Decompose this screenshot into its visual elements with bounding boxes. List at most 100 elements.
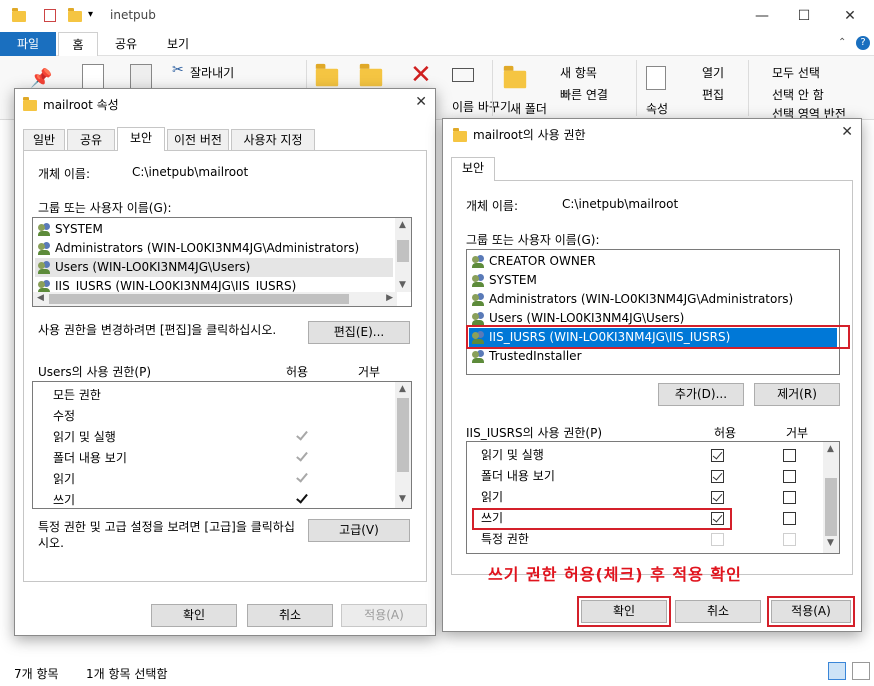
select-none-button[interactable]: 선택 안 함 xyxy=(772,86,824,103)
deny-checkbox[interactable] xyxy=(783,470,796,483)
delete-icon[interactable]: ✕ xyxy=(410,60,432,90)
new-folder-icon[interactable] xyxy=(503,65,527,89)
properties-quick-icon[interactable] xyxy=(44,9,56,22)
object-name-label: 개체 이름: xyxy=(466,199,519,213)
deny-checkbox[interactable] xyxy=(783,491,796,504)
properties-button[interactable]: 속성 xyxy=(646,100,668,117)
ok-button[interactable]: 확인 xyxy=(151,604,237,627)
copy-to-icon[interactable] xyxy=(359,63,383,87)
object-name-label: 개체 이름: xyxy=(38,167,91,181)
groups-vscroll[interactable]: ▲ ▼ xyxy=(395,218,411,292)
edit-button[interactable]: 편집(E)... xyxy=(308,321,410,344)
highlight-write-permission xyxy=(472,508,732,530)
perm-row: 읽기 xyxy=(53,472,76,486)
collapse-ribbon-icon[interactable]: ⌃ xyxy=(838,37,846,48)
help-icon[interactable]: ? xyxy=(856,36,870,50)
new-item-button[interactable]: 새 항목 xyxy=(560,64,597,81)
allow-checkbox[interactable] xyxy=(711,449,724,462)
list-item[interactable]: SYSTEM xyxy=(35,220,409,239)
tab-view[interactable]: 보기 xyxy=(156,32,200,56)
properties-icon[interactable] xyxy=(646,66,666,90)
cut-button[interactable]: 잘라내기 xyxy=(190,64,234,81)
perm-row: 쓰기 xyxy=(53,493,76,507)
permissions-tabs: 보안 xyxy=(451,157,511,181)
rename-button[interactable]: 이름 바꾸기 xyxy=(452,98,511,115)
tab-general[interactable]: 일반 xyxy=(23,129,65,151)
details-view-icon[interactable] xyxy=(828,662,846,680)
tab-share[interactable]: 공유 xyxy=(104,32,148,56)
allow-checkbox[interactable] xyxy=(711,491,724,504)
remove-button[interactable]: 제거(R) xyxy=(754,383,840,406)
permission-label: Users의 사용 권한(P) xyxy=(38,365,152,379)
properties-dialog-title: mailroot 속성 xyxy=(43,98,119,112)
users-icon xyxy=(472,274,486,287)
list-item-selected[interactable]: Users (WIN-LO0KI3NM4JG\Users) xyxy=(35,258,393,277)
groups-hscroll[interactable]: ◀ ▶ xyxy=(33,292,397,306)
permissions-dialog-title-bar: mailroot의 사용 권한 ✕ xyxy=(443,119,861,149)
instruction-annotation: 쓰기 권한 허용(체크) 후 적용 확인 xyxy=(488,565,742,584)
properties-tabs: 일반 공유 보안 이전 버전 사용자 지정 xyxy=(23,127,323,151)
permissions-panel: 개체 이름: C:\inetpub\mailroot 그룹 또는 사용자 이름(… xyxy=(451,180,853,584)
minimize-icon[interactable]: — xyxy=(752,6,772,26)
copy-icon[interactable] xyxy=(82,64,104,90)
groups-label: 그룹 또는 사용자 이름(G): xyxy=(38,201,172,215)
users-icon xyxy=(38,242,52,255)
cancel-button[interactable]: 취소 xyxy=(247,604,333,627)
deny-checkbox[interactable] xyxy=(783,533,796,546)
close-icon[interactable]: ✕ xyxy=(841,124,853,140)
permissions-vscroll[interactable]: ▲ ▼ xyxy=(823,442,839,553)
allow-checkbox[interactable] xyxy=(711,470,724,483)
customize-qat-icon[interactable]: ▾ xyxy=(88,9,93,20)
scissors-icon[interactable]: ✂ xyxy=(172,62,184,78)
close-icon[interactable]: ✕ xyxy=(415,94,427,110)
perm-row: 폴더 내용 보기 xyxy=(53,451,127,465)
apply-button[interactable]: 적용(A) xyxy=(341,604,427,627)
perm-row: 특정 권한 xyxy=(481,532,529,546)
list-item[interactable]: SYSTEM xyxy=(469,271,837,290)
list-item[interactable]: Administrators (WIN-LO0KI3NM4JG\Administ… xyxy=(35,239,409,258)
properties-dialog: mailroot 속성 ✕ 일반 공유 보안 이전 버전 사용자 지정 개체 이… xyxy=(14,88,436,636)
list-item[interactable]: CREATOR OWNER xyxy=(469,252,837,271)
edit-ribbon-button[interactable]: 편집 xyxy=(702,86,724,103)
deny-checkbox[interactable] xyxy=(783,512,796,525)
easy-access-button[interactable]: 빠른 연결 xyxy=(560,86,608,103)
tab-sharing[interactable]: 공유 xyxy=(67,129,115,151)
users-icon xyxy=(472,255,486,268)
advanced-button[interactable]: 고급(V) xyxy=(308,519,410,542)
select-all-button[interactable]: 모두 선택 xyxy=(772,64,820,81)
tab-customize[interactable]: 사용자 지정 xyxy=(231,129,315,151)
new-folder-quick-icon[interactable] xyxy=(68,8,82,22)
deny-checkbox[interactable] xyxy=(783,449,796,462)
large-icons-view-icon[interactable] xyxy=(852,662,870,680)
cancel-button[interactable]: 취소 xyxy=(675,600,761,623)
tab-file[interactable]: 파일 xyxy=(0,32,56,56)
tab-security[interactable]: 보안 xyxy=(117,127,165,151)
status-item-count: 7개 항목 xyxy=(14,667,59,681)
rename-icon[interactable] xyxy=(452,68,474,82)
open-button[interactable]: 열기 xyxy=(702,64,724,81)
new-folder-button[interactable]: 새 폴더 xyxy=(510,100,547,117)
highlight-ok-button xyxy=(577,596,671,627)
allow-checkbox[interactable] xyxy=(711,533,724,546)
object-name-value: C:\inetpub\mailroot xyxy=(132,165,249,179)
list-item[interactable]: Administrators (WIN-LO0KI3NM4JG\Administ… xyxy=(469,290,837,309)
permissions-dialog: mailroot의 사용 권한 ✕ 보안 개체 이름: C:\inetpub\m… xyxy=(442,118,862,632)
tab-home[interactable]: 홈 xyxy=(58,32,98,56)
highlight-apply-button xyxy=(767,596,855,627)
maximize-icon[interactable]: ☐ xyxy=(794,6,814,26)
permissions-list: 모든 권한 수정 읽기 및 실행 폴더 내용 보기 읽기 쓰기 ▲ ▼ xyxy=(32,381,412,509)
close-icon[interactable]: ✕ xyxy=(840,6,860,26)
tab-security[interactable]: 보안 xyxy=(451,157,495,181)
perm-row: 수정 xyxy=(53,409,76,423)
add-button[interactable]: 추가(D)... xyxy=(658,383,744,406)
list-item[interactable]: TrustedInstaller xyxy=(469,347,837,366)
pin-icon[interactable]: 📌 xyxy=(30,68,52,89)
highlight-selected-user xyxy=(466,325,850,349)
groups-listbox[interactable]: CREATOR OWNER SYSTEM Administrators (WIN… xyxy=(466,249,840,375)
paste-icon[interactable] xyxy=(130,64,152,90)
groups-listbox[interactable]: SYSTEM Administrators (WIN-LO0KI3NM4JG\A… xyxy=(32,217,412,307)
object-name-value: C:\inetpub\mailroot xyxy=(562,197,679,211)
permissions-vscroll[interactable]: ▲ ▼ xyxy=(395,382,411,508)
move-to-icon[interactable] xyxy=(315,63,339,87)
tab-previous-versions[interactable]: 이전 버전 xyxy=(167,129,229,151)
